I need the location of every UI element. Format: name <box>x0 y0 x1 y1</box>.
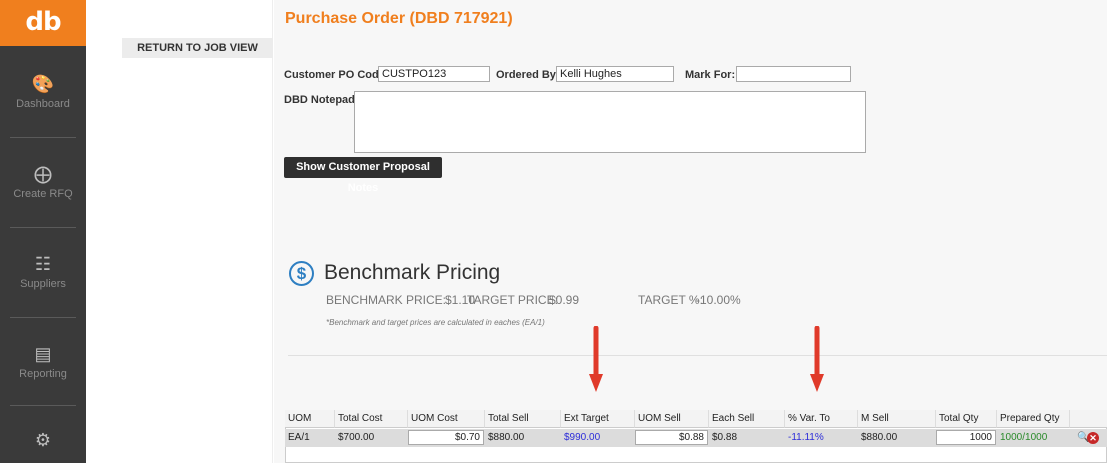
close-icon[interactable]: ✕ <box>1087 432 1099 444</box>
column-header-var-to-target[interactable]: % Var. To Targ... <box>785 410 858 442</box>
divider <box>10 405 76 406</box>
column-header-actions <box>1070 410 1107 428</box>
cell-ext-target-price: $990.00 <box>564 432 601 443</box>
sidebar-item-label: Dashboard <box>16 98 70 110</box>
sidebar-item-suppliers[interactable]: ☷ Suppliers <box>0 254 86 290</box>
brand-logo[interactable]: db <box>0 0 86 46</box>
cell-total-sell: $880.00 <box>488 432 525 443</box>
sidebar-item-settings[interactable]: ⚙ <box>0 430 86 454</box>
sidebar: db 🎨 Dashboard ⨁ Create RFQ ☷ Suppliers … <box>0 0 86 463</box>
page-title: Purchase Order (DBD 717921) <box>285 10 513 27</box>
cell-var-to-target: -11.11% <box>788 432 824 443</box>
column-header-each-sell[interactable]: Each Sell <box>709 410 785 428</box>
column-header-uom[interactable]: UOM <box>285 410 335 428</box>
customer-po-code-label: Customer PO Code: <box>284 69 389 81</box>
dbd-notepad-textarea[interactable] <box>354 91 866 153</box>
cell-total-qty-input[interactable]: 1000 <box>936 430 996 445</box>
divider <box>10 137 76 138</box>
target-percent-value: -10.00% <box>696 293 741 307</box>
column-header-total-sell[interactable]: Total Sell <box>485 410 561 428</box>
annotation-arrow <box>589 326 603 392</box>
cell-uom-sell-input[interactable]: $0.88 <box>635 430 708 445</box>
sidebar-item-label: Suppliers <box>20 278 66 290</box>
plus-circle-icon: ⨁ <box>34 164 52 184</box>
hierarchy-icon: ☷ <box>34 254 52 274</box>
palette-icon: 🎨 <box>31 74 55 94</box>
benchmark-footnote: *Benchmark and target prices are calcula… <box>326 318 545 327</box>
mark-for-input[interactable] <box>736 66 851 82</box>
cell-prepared-qty: 1000/1000 <box>1000 432 1048 443</box>
column-header-total-qty[interactable]: Total Qty <box>936 410 997 428</box>
benchmark-pricing-title: Benchmark Pricing <box>324 261 501 284</box>
cell-uom-cost-input[interactable]: $0.70 <box>408 430 484 445</box>
dollar-circle-icon: $ <box>289 261 314 286</box>
cell-m-sell: $880.00 <box>861 432 898 443</box>
cell-total-cost: $700.00 <box>338 432 375 443</box>
return-to-job-view-button[interactable]: RETURN TO JOB VIEW <box>122 38 273 58</box>
column-header-m-sell[interactable]: M Sell <box>858 410 936 428</box>
target-percent-label: TARGET %: <box>638 293 703 307</box>
divider <box>10 227 76 228</box>
cell-uom: EA/1 <box>288 432 310 443</box>
cell-each-sell: $0.88 <box>712 432 738 443</box>
column-header-prepared-qty[interactable]: Prepared Qty <box>997 410 1070 428</box>
divider <box>288 355 1107 356</box>
sidebar-item-label: Reporting <box>19 368 67 380</box>
ordered-by-label: Ordered By: <box>496 69 560 81</box>
column-header-ext-target-price[interactable]: Ext Target Price <box>561 410 635 442</box>
sub-navigation <box>86 0 273 463</box>
column-header-uom-cost[interactable]: UOM Cost <box>408 410 485 428</box>
annotation-arrow <box>810 326 824 392</box>
target-price-label: TARGET PRICE: <box>467 293 558 307</box>
column-header-uom-sell[interactable]: UOM Sell <box>635 410 709 428</box>
dbd-notepad-label: DBD Notepad: <box>284 94 359 106</box>
customer-po-code-input[interactable] <box>378 66 490 82</box>
gears-icon: ⚙ <box>34 430 52 450</box>
target-price-value: $0.99 <box>549 293 580 307</box>
bar-chart-icon: ▤ <box>34 344 52 364</box>
benchmark-price-label: BENCHMARK PRICE: <box>326 293 447 307</box>
sidebar-item-reporting[interactable]: ▤ Reporting <box>0 344 86 380</box>
column-header-total-cost[interactable]: Total Cost <box>335 410 408 428</box>
show-customer-proposal-notes-button[interactable]: Show Customer Proposal Notes <box>284 157 442 194</box>
ordered-by-input[interactable] <box>556 66 674 82</box>
mark-for-label: Mark For: <box>685 69 736 81</box>
sidebar-item-label: Create RFQ <box>13 188 73 200</box>
sidebar-item-dashboard[interactable]: 🎨 Dashboard <box>0 74 86 110</box>
sidebar-item-create-rfq[interactable]: ⨁ Create RFQ <box>0 164 86 200</box>
divider <box>10 317 76 318</box>
